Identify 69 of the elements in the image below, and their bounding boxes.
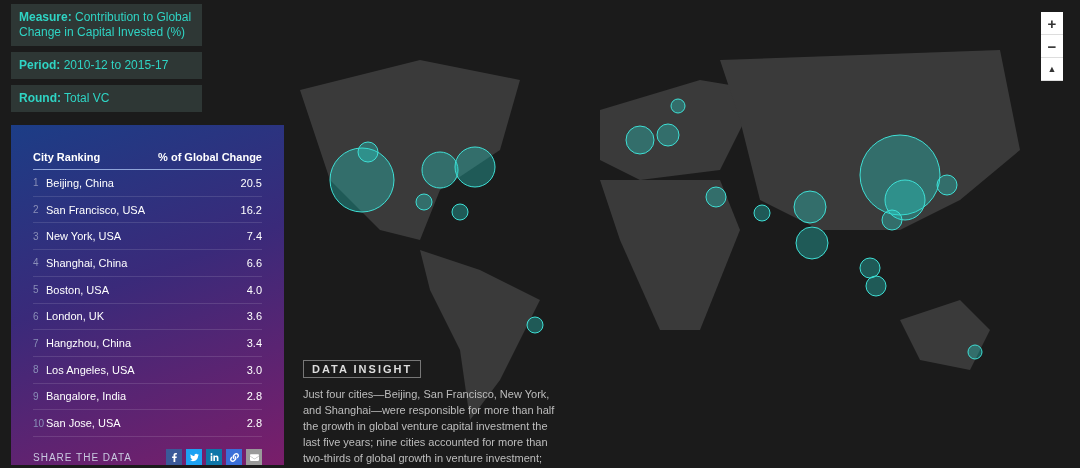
column-header: City Ranking [33,151,101,163]
rank-number: 7 [33,337,40,349]
city-bubble[interactable] [753,204,771,222]
twitter-button[interactable] [186,449,202,466]
twitter-icon [189,452,199,462]
city-name: New York, USA [46,230,123,243]
city-bubble[interactable] [329,147,395,213]
percent-value: 3.6 [246,310,262,323]
percent-value: 16.2 [240,203,262,216]
city-bubble[interactable] [670,98,686,114]
link-button[interactable] [226,449,242,466]
rank-number: 1 [33,177,40,189]
rank-number: 8 [33,364,40,376]
percent-value: 20.5 [240,176,262,189]
filter-label[interactable]: Round: Total VC [11,85,202,112]
rank-number: 5 [33,284,40,296]
percent-value: 3.4 [246,337,262,350]
linkedin-button[interactable] [206,449,222,466]
linkedin-icon [209,452,219,462]
city-bubble[interactable] [793,190,827,224]
city-bubble[interactable] [357,141,379,163]
city-bubble[interactable] [625,125,655,155]
rank-number: 9 [33,390,40,402]
city-bubble[interactable] [865,275,887,297]
percent-value: 4.0 [246,283,262,296]
percent-value: 7.4 [246,230,262,243]
rank-number: 4 [33,257,40,269]
email-icon [249,452,259,462]
percent-value: 3.0 [246,363,262,376]
filter-label[interactable]: Measure: Contribution to Global Change in Capital Invested (%) [11,4,202,46]
column-header: % of Global Change [158,151,262,163]
city-bubble[interactable] [415,193,433,211]
percent-value: 2.8 [246,417,262,430]
city-bubble[interactable] [705,186,727,208]
city-name: Beijing, China [46,176,115,189]
city-bubble[interactable] [421,151,459,189]
city-bubble[interactable] [451,203,469,221]
insight-title: DATA INSIGHT [303,360,422,378]
facebook-icon [169,452,179,462]
rank-number: 3 [33,230,40,242]
zoom-in-button[interactable]: + [1041,12,1063,35]
percent-value: 2.8 [246,390,262,403]
city-bubble[interactable] [881,209,903,231]
city-bubble[interactable] [884,179,926,221]
city-bubble[interactable] [936,174,958,196]
city-name: Hangzhou, China [46,337,132,350]
rank-number: 6 [33,310,40,322]
city-bubble[interactable] [859,257,881,279]
city-name: Bangalore, India [46,390,128,403]
city-name: San Jose, USA [46,417,122,430]
city-name: Los Angeles, USA [46,363,136,376]
share-label: SHARE THE DATA [33,451,132,463]
percent-value: 6.6 [246,256,262,269]
city-bubble[interactable] [795,226,829,260]
email-button[interactable] [246,449,262,466]
city-bubble[interactable] [967,344,983,360]
facebook-button[interactable] [166,449,182,466]
city-name: London, UK [46,310,106,323]
city-bubble[interactable] [656,123,680,147]
link-icon [229,452,239,462]
rank-number: 2 [33,204,40,216]
rank-number: 10 [33,417,46,429]
city-bubble[interactable] [454,146,496,188]
filter-label[interactable]: Period: 2010-12 to 2015-17 [11,52,202,79]
city-name: Shanghai, China [46,256,129,269]
city-name: San Francisco, USA [46,203,147,216]
city-name: Boston, USA [46,283,110,296]
insight-text: Just four cities—Beijing, San Francisco, New York, and Shanghai—were responsible for more than half the growth in global venture capital investment the last five years; nine cities accounted for more than two-thirds of global growth in venture investment; [303,387,556,466]
city-bubble[interactable] [526,316,544,334]
